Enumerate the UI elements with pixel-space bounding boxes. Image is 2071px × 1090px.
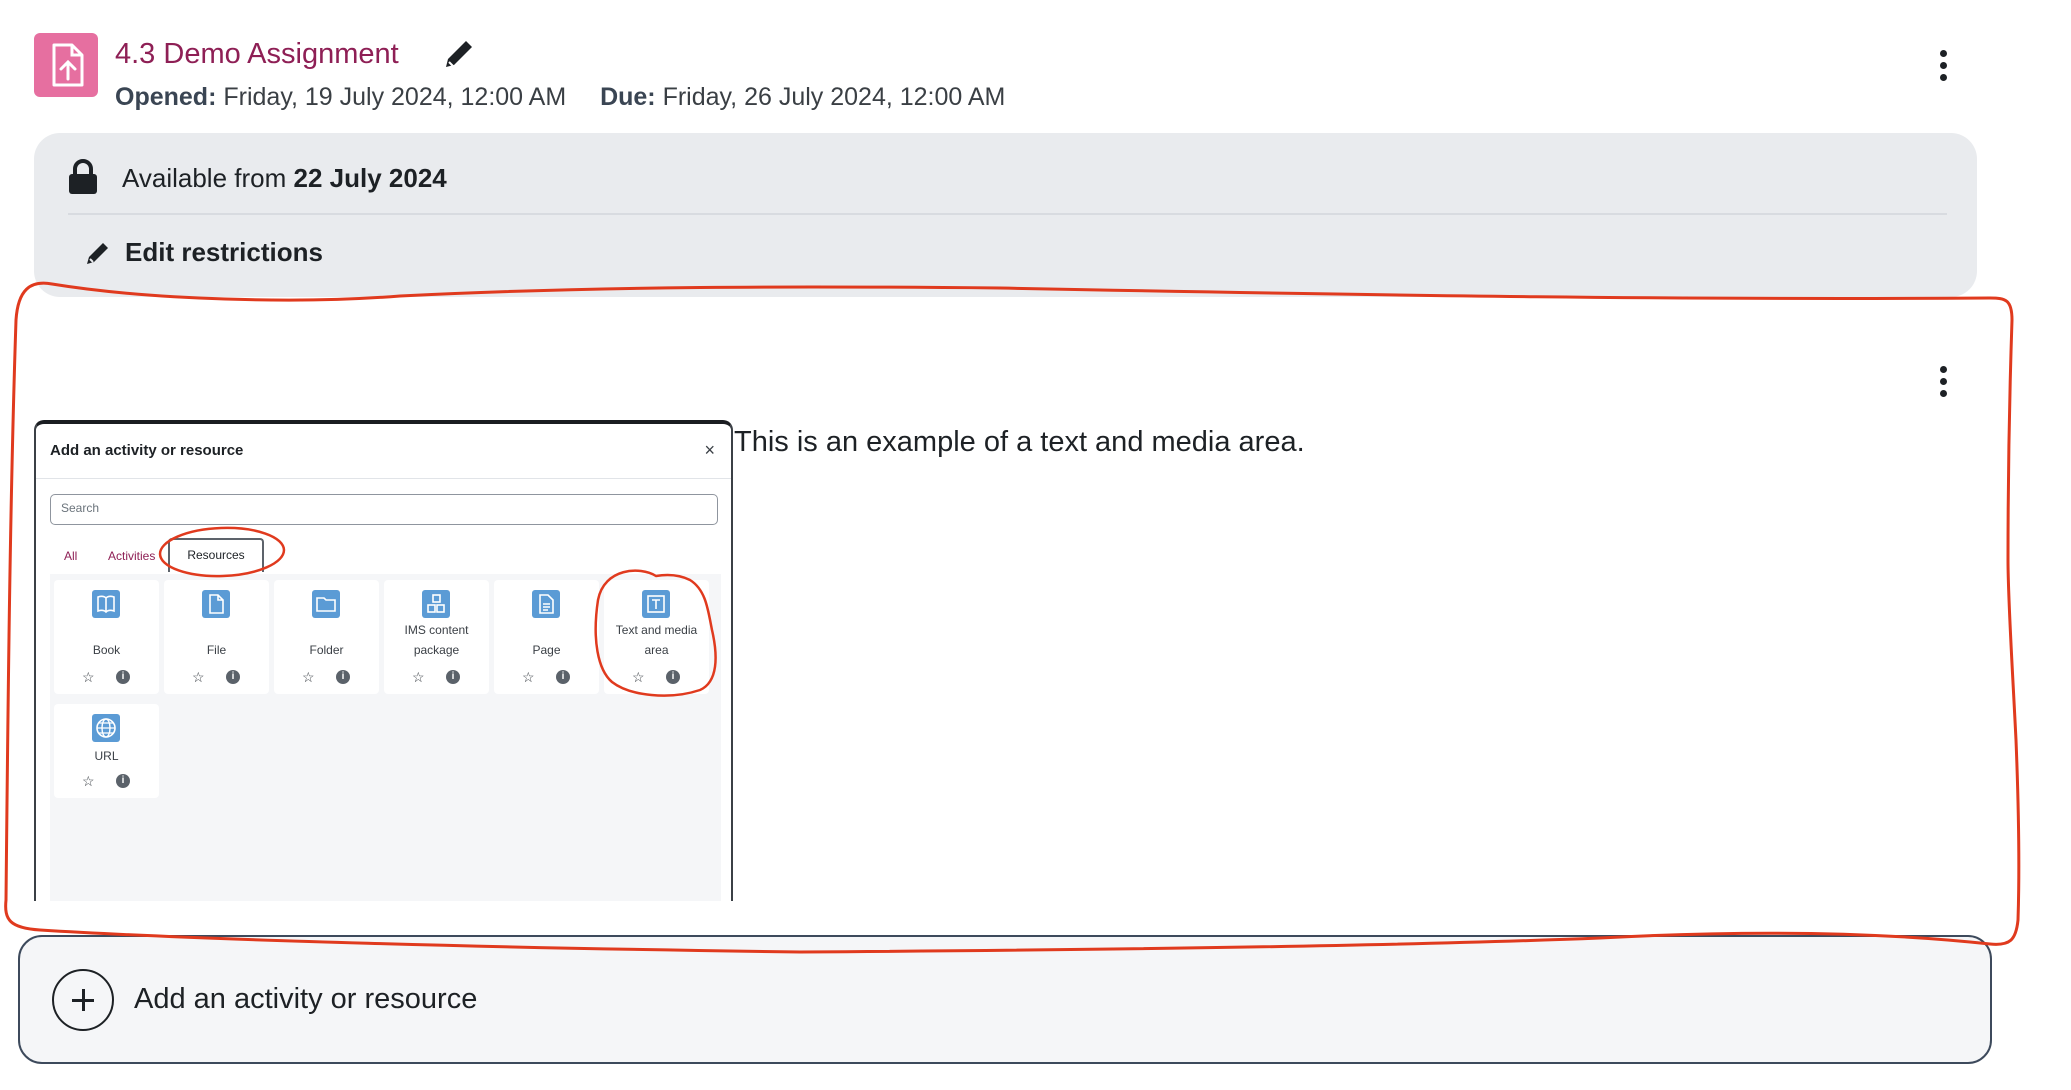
- info-icon: i: [336, 670, 350, 684]
- opened-label: Opened:: [115, 83, 217, 111]
- info-icon: i: [116, 774, 130, 788]
- star-icon: ☆: [192, 669, 205, 685]
- modal-tab-all: All: [64, 549, 78, 563]
- info-icon: i: [116, 670, 130, 684]
- due-label: Due:: [600, 83, 656, 111]
- pencil-icon: [84, 239, 112, 267]
- star-icon: ☆: [412, 669, 425, 685]
- star-icon: ☆: [632, 669, 645, 685]
- star-icon: ☆: [302, 669, 315, 685]
- star-icon: ☆: [522, 669, 535, 685]
- info-icon: i: [226, 670, 240, 684]
- file-icon: [202, 590, 230, 618]
- available-prefix: Available from: [122, 163, 287, 193]
- add-activity-button[interactable]: Add an activity or resource: [18, 935, 1992, 1064]
- plus-circle-icon: [52, 969, 114, 1031]
- resource-tile-book: Book ☆ i: [54, 580, 159, 694]
- resource-tile-folder: Folder ☆ i: [274, 580, 379, 694]
- text-media-icon: [642, 590, 670, 618]
- ims-package-icon: [422, 590, 450, 618]
- restriction-box: Available from 22 July 2024 Edit restric…: [34, 133, 1977, 297]
- tile-label: URL: [94, 749, 119, 763]
- resource-tile-ims-content-package: IMS content package ☆ i: [384, 580, 489, 694]
- add-activity-label: Add an activity or resource: [134, 983, 478, 1015]
- edit-title-pencil-icon[interactable]: [440, 37, 476, 73]
- assignment-actions-menu-icon[interactable]: [1928, 45, 1958, 85]
- modal-tab-resources: Resources: [168, 538, 264, 572]
- modal-tab-activities: Activities: [108, 549, 156, 563]
- resource-grid: Book ☆ i File ☆ i Folder ☆ i IMS content…: [50, 574, 721, 901]
- resource-tile-page: Page ☆ i: [494, 580, 599, 694]
- resource-tile-file: File ☆ i: [164, 580, 269, 694]
- folder-icon: [312, 590, 340, 618]
- url-globe-icon: [92, 714, 120, 742]
- opened-value: Friday, 19 July 2024, 12:00 AM: [223, 83, 567, 111]
- restriction-divider: [68, 213, 1947, 215]
- tile-label: Folder: [309, 643, 344, 657]
- modal-search-field: Search: [50, 494, 718, 525]
- star-icon: ☆: [82, 773, 95, 789]
- available-date: 22 July 2024: [293, 163, 447, 193]
- page-icon: [532, 590, 560, 618]
- tile-label: Page: [532, 643, 561, 657]
- text-media-content: This is an example of a text and media a…: [734, 426, 1305, 458]
- tile-label: Book: [92, 643, 121, 657]
- lock-icon: [68, 159, 98, 195]
- star-icon: ☆: [82, 669, 95, 685]
- tile-label: IMS content package: [404, 623, 469, 657]
- assignment-title-link[interactable]: 4.3 Demo Assignment: [115, 38, 399, 71]
- modal-divider: [36, 478, 731, 479]
- text-media-actions-menu-icon[interactable]: [1928, 361, 1958, 401]
- availability-text: Available from 22 July 2024: [122, 163, 447, 194]
- info-icon: i: [556, 670, 570, 684]
- tile-label: Text and media area: [615, 623, 698, 657]
- assignment-icon: [34, 33, 98, 97]
- edit-restrictions-link[interactable]: Edit restrictions: [125, 237, 323, 268]
- info-icon: i: [666, 670, 680, 684]
- modal-title: Add an activity or resource: [50, 442, 244, 459]
- resource-tile-url: URL ☆ i: [54, 704, 159, 798]
- modal-close-icon: ×: [704, 440, 715, 460]
- info-icon: i: [446, 670, 460, 684]
- assignment-dates: Opened: Friday, 19 July 2024, 12:00 AM D…: [115, 83, 1005, 112]
- embedded-screenshot-add-activity-modal: Add an activity or resource × Search All…: [34, 420, 733, 901]
- resource-tile-text-and-media-area: Text and media area ☆ i: [604, 580, 709, 694]
- tile-label: File: [206, 643, 227, 657]
- book-icon: [92, 590, 120, 618]
- due-value: Friday, 26 July 2024, 12:00 AM: [662, 83, 1006, 111]
